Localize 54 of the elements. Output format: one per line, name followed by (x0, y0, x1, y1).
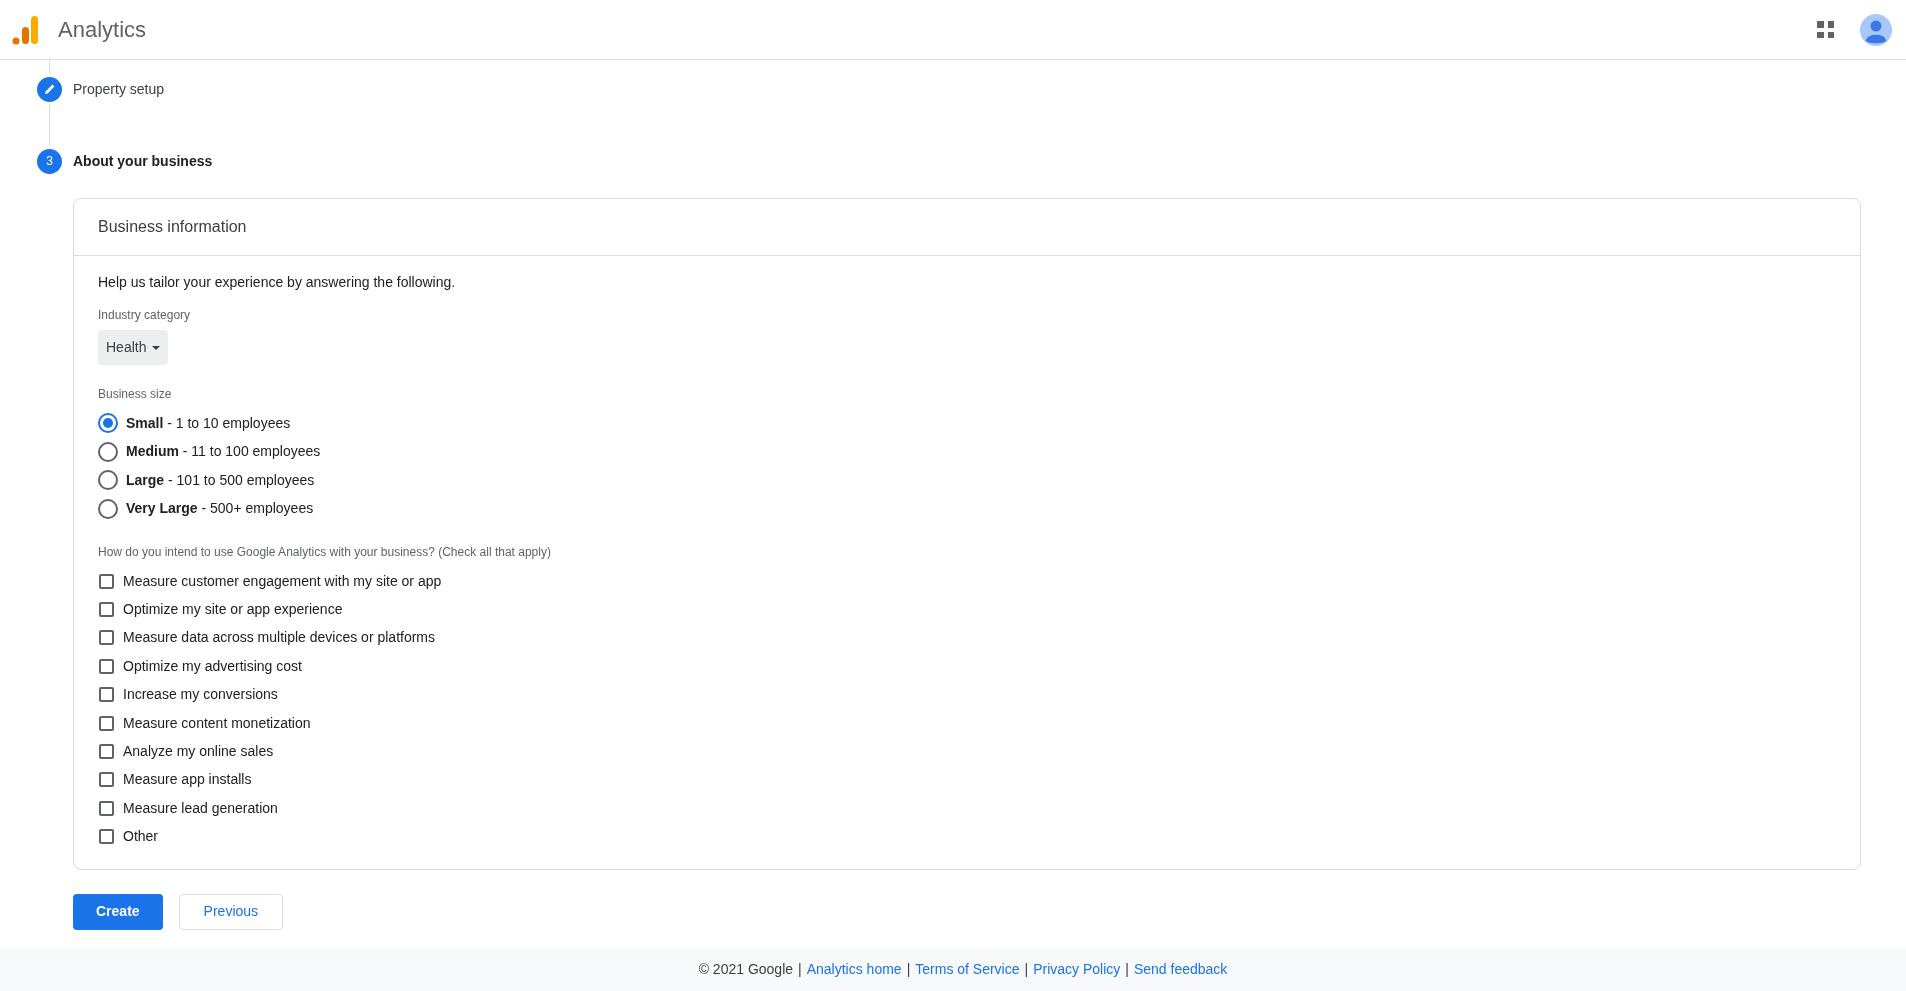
field-label: Business size (98, 386, 173, 403)
checkbox-label: Increase my conversions (123, 685, 278, 705)
industry-dropdown[interactable]: Health (98, 330, 169, 365)
bar-chart-logo-icon (12, 14, 38, 45)
radio-label: Small - 1 to 10 employees (126, 413, 291, 433)
card-title: Business information (98, 217, 247, 237)
checkbox-label: Measure customer engagement with my site or app (123, 571, 442, 591)
checkbox[interactable] (99, 829, 114, 845)
checkbox-label: Measure data across multiple devices or platforms (123, 628, 436, 648)
checkbox[interactable] (99, 630, 114, 646)
checkbox[interactable] (99, 744, 114, 760)
footer-link[interactable]: Send feedback (1133, 959, 1228, 980)
radio-label: Very Large - 500+ employees (126, 499, 314, 519)
footer-link[interactable]: Analytics home (806, 959, 902, 980)
question-label: How do you intend to use Google Analytics with your business? (Check all that apply) (98, 544, 552, 561)
checkbox[interactable] (99, 687, 114, 703)
radio-button[interactable] (98, 498, 118, 519)
radio-label: Medium - 11 to 100 employees (126, 442, 321, 462)
step-number: 3 (37, 148, 62, 174)
checkbox-label: Other (123, 827, 158, 847)
apps-grid-icon[interactable] (1817, 21, 1834, 38)
create-button[interactable]: Create (73, 893, 163, 930)
account-avatar-icon[interactable] (1860, 13, 1892, 46)
radio-label: Large - 101 to 500 employees (126, 470, 315, 490)
footer-link[interactable]: Terms of Service (915, 959, 1020, 980)
checkbox-label: Measure lead generation (123, 798, 278, 818)
previous-button[interactable]: Previous (178, 893, 284, 930)
step-label: About your business (73, 151, 213, 171)
radio-button[interactable] (98, 441, 118, 462)
footer-link[interactable]: Privacy Policy (1033, 959, 1121, 980)
separator-text: | (798, 960, 802, 979)
checkbox[interactable] (99, 602, 114, 618)
checkbox[interactable] (99, 658, 114, 674)
checkbox[interactable] (99, 772, 114, 788)
field-label: Industry category (98, 307, 192, 324)
caret-icon (152, 345, 161, 350)
checkbox-label: Measure content monetization (123, 713, 311, 733)
checkbox[interactable] (99, 715, 114, 731)
checkbox-label: Optimize my advertising cost (123, 656, 302, 676)
checkbox-label: Optimize my site or app experience (123, 600, 343, 620)
intro-text: Help us tailor your experience by answering the following. (98, 273, 457, 292)
separator-text: | (1125, 960, 1129, 979)
checkbox[interactable] (99, 573, 114, 589)
separator-text: | (906, 960, 911, 979)
step-label: Property setup (73, 79, 165, 99)
checkbox[interactable] (99, 800, 114, 816)
checkbox-label: Analyze my online sales (123, 742, 274, 762)
copyright-text: © 2021 Google (698, 960, 794, 979)
pencil-icon (37, 76, 62, 102)
checkbox-label: Measure app installs (123, 770, 252, 790)
radio-button[interactable] (98, 470, 118, 491)
app-title: Analytics (58, 16, 147, 44)
separator-text: | (1024, 960, 1029, 979)
radio-button[interactable] (98, 413, 118, 434)
